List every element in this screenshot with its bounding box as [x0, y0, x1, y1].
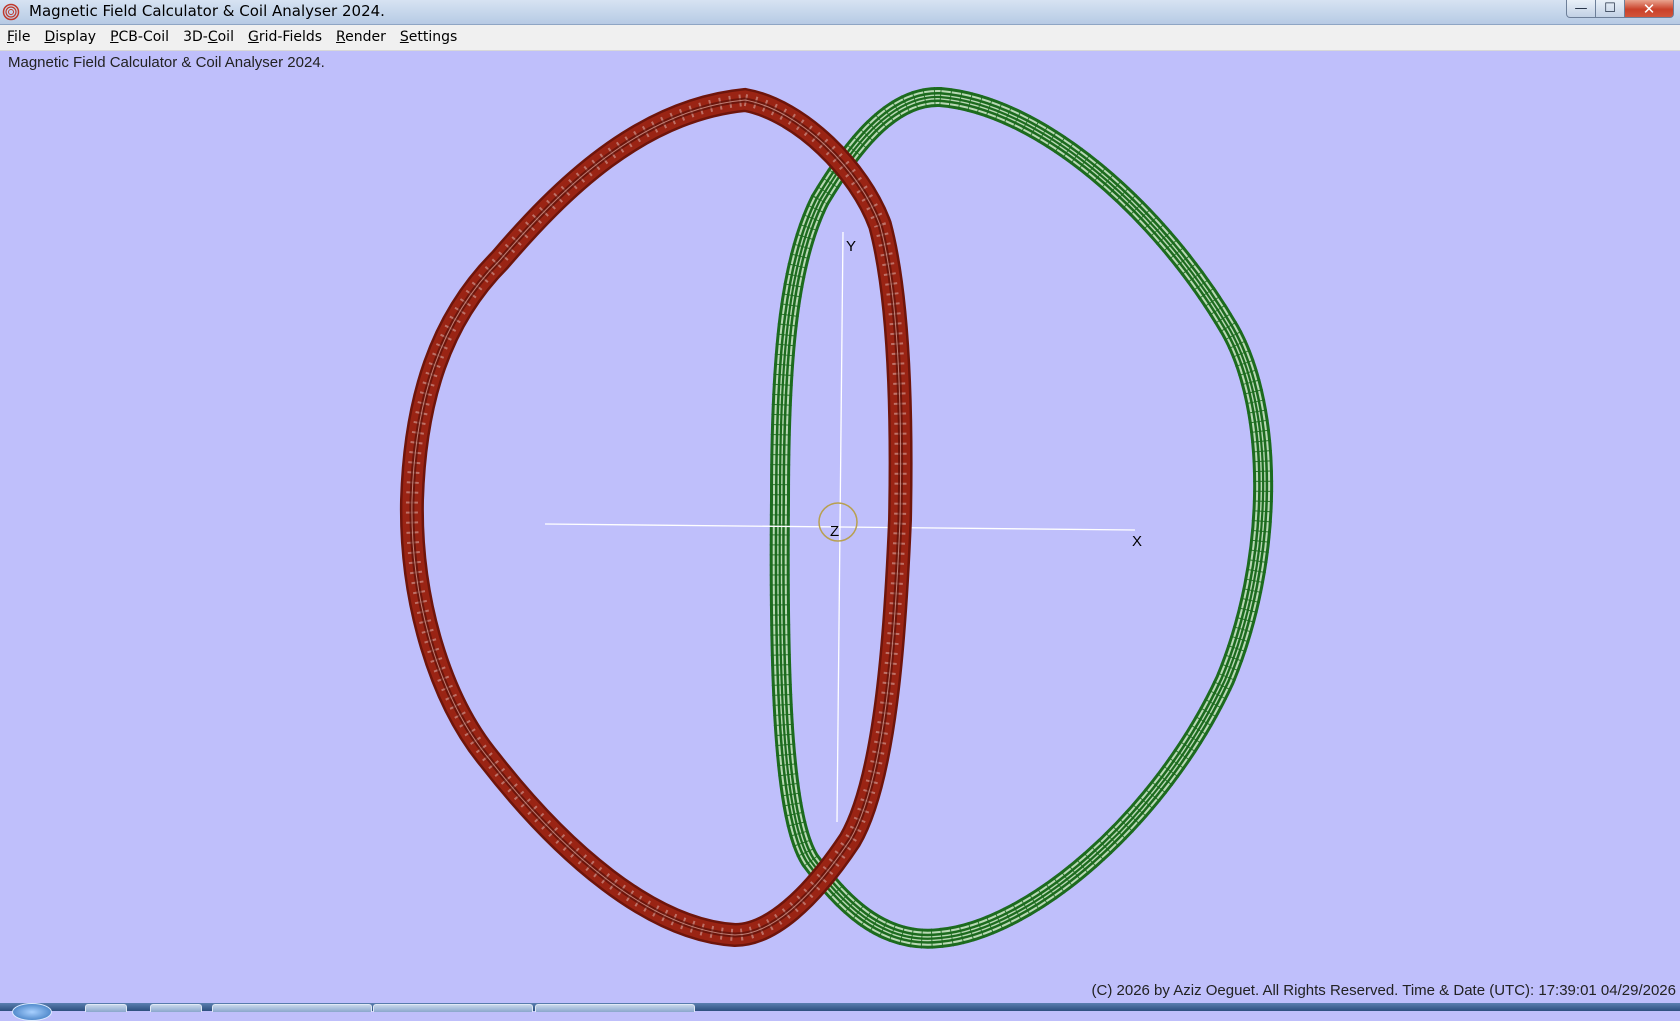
- window-title: Magnetic Field Calculator & Coil Analyse…: [29, 2, 385, 20]
- menu-pcb-coil[interactable]: PCB-Coil: [103, 25, 176, 50]
- menu-display[interactable]: Display: [37, 25, 103, 50]
- window-controls: — ☐ ✕: [1566, 0, 1674, 18]
- x-axis-label: X: [1132, 533, 1142, 550]
- coil-3d-viewport[interactable]: Y X Z: [0, 50, 1680, 1000]
- menu-render[interactable]: Render: [329, 25, 393, 50]
- minimize-button[interactable]: —: [1566, 0, 1596, 18]
- close-button[interactable]: ✕: [1625, 0, 1674, 18]
- title-bar: Magnetic Field Calculator & Coil Analyse…: [0, 0, 1680, 25]
- menu-bar: File Display PCB-Coil 3D-Coil Grid-Field…: [0, 25, 1680, 51]
- menu-grid-fields[interactable]: Grid-Fields: [241, 25, 329, 50]
- start-button[interactable]: [12, 1003, 52, 1021]
- menu-settings[interactable]: Settings: [393, 25, 464, 50]
- menu-file[interactable]: File: [0, 25, 37, 50]
- menu-3d-coil[interactable]: 3D-Coil: [176, 25, 241, 50]
- y-axis-label: Y: [846, 238, 856, 255]
- z-axis-label: Z: [830, 523, 839, 540]
- coil-red[interactable]: [399, 87, 913, 948]
- axes: Y X Z: [544, 231, 1142, 823]
- maximize-button[interactable]: ☐: [1596, 0, 1625, 18]
- coil-app-icon[interactable]: [2, 3, 20, 21]
- bottom-status-text: (C) 2026 by Aziz Oeguet. All Rights Rese…: [1091, 982, 1676, 999]
